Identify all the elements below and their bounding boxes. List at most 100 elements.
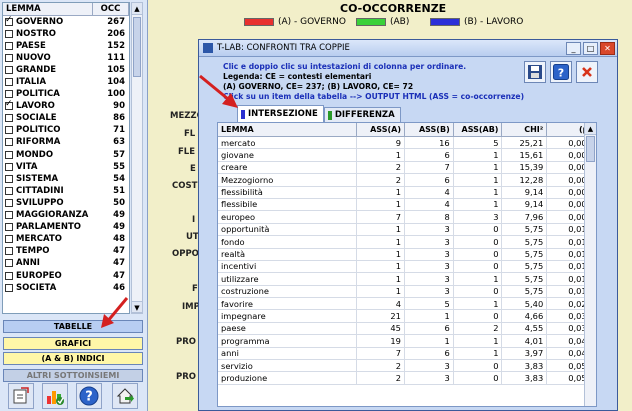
lemma-checkbox[interactable] <box>5 15 13 26</box>
lemma-checkbox[interactable] <box>5 162 13 171</box>
lemma-list-item[interactable]: MONDO 57 <box>3 149 129 162</box>
table-row[interactable]: opportunità 1 3 0 5,75 0,016 <box>218 223 596 237</box>
lemma-list-item[interactable]: PAESE 152 <box>3 40 129 53</box>
header-lemma[interactable]: LEMMA <box>3 3 93 15</box>
table-row[interactable]: costruzione 1 3 0 5,75 0,016 <box>218 285 596 299</box>
lemma-list-item[interactable]: MERCATO 48 <box>3 234 129 246</box>
table-row[interactable]: mercato 9 16 5 25,21 0,000 <box>218 136 596 150</box>
results-scrollbar[interactable]: ▲ <box>584 123 596 406</box>
column-ass-ab[interactable]: ASS(AB) <box>454 123 503 136</box>
lemma-checkbox[interactable] <box>5 53 13 62</box>
legend-b-label: (B) - LAVORO <box>464 17 524 27</box>
dialog-titlebar[interactable]: T-LAB: CONFRONTI TRA COPPIE _ □ ✕ <box>199 40 617 57</box>
table-row[interactable]: paese 45 6 2 4,55 0,033 <box>218 322 596 336</box>
column-chi2[interactable]: CHI² <box>502 123 548 136</box>
export-icon[interactable] <box>8 383 34 409</box>
table-row[interactable]: produzione 2 3 0 3,83 0,050 <box>218 371 596 385</box>
lemma-list-item[interactable]: CITTADINI 51 <box>3 185 129 198</box>
save-icon[interactable] <box>524 61 546 83</box>
table-row[interactable]: europeo 7 8 3 7,96 0,005 <box>218 210 596 224</box>
cell-lemma: incentivi <box>218 260 358 273</box>
lemma-checkbox[interactable] <box>5 247 13 256</box>
table-row[interactable]: favorire 4 5 1 5,40 0,020 <box>218 297 596 311</box>
lemma-list-item[interactable]: POLITICA 100 <box>3 89 129 101</box>
lemma-checkbox[interactable] <box>5 211 13 220</box>
table-row[interactable]: giovane 1 6 1 15,61 0,000 <box>218 148 596 162</box>
lemma-list-item[interactable]: RIFORMA 63 <box>3 137 129 150</box>
scroll-down-icon[interactable]: ▼ <box>132 301 142 313</box>
lemma-list-item[interactable]: VITA 55 <box>3 161 129 174</box>
scroll-up-icon[interactable]: ▲ <box>585 123 596 135</box>
lemma-checkbox[interactable] <box>5 271 13 280</box>
column-ass-a[interactable]: ASS(A) <box>357 123 405 136</box>
lemma-list-item[interactable]: SISTEMA 54 <box>3 173 129 186</box>
help-icon[interactable]: ? <box>550 61 572 83</box>
maximize-icon[interactable]: □ <box>583 41 598 55</box>
lemma-list-item[interactable]: NOSTRO 206 <box>3 28 129 41</box>
help-icon[interactable]: ? <box>76 383 102 409</box>
lemma-list-item[interactable]: ITALIA 104 <box>3 76 129 89</box>
table-row[interactable]: impegnare 21 1 0 4,66 0,031 <box>218 309 596 323</box>
lemma-list-item[interactable]: ANNI 47 <box>3 258 129 270</box>
cell-ass-ab: 1 <box>454 272 503 286</box>
table-row[interactable]: flessibilità 1 4 1 9,14 0,003 <box>218 186 596 199</box>
table-row[interactable]: realtà 1 3 0 5,75 0,016 <box>218 248 596 261</box>
chart-icon[interactable] <box>42 383 68 409</box>
table-row[interactable]: incentivi 1 3 0 5,75 0,016 <box>218 260 596 274</box>
grafici-button[interactable]: GRAFICI <box>3 337 143 350</box>
lemma-checkbox[interactable] <box>5 259 13 268</box>
lemma-checkbox[interactable] <box>5 78 13 87</box>
lemma-checkbox[interactable] <box>5 186 13 195</box>
indici-button[interactable]: (A & B) INDICI <box>3 352 143 365</box>
lemma-checkbox[interactable] <box>5 223 13 232</box>
scroll-up-icon[interactable]: ▲ <box>132 3 142 15</box>
lemma-list-item[interactable]: GOVERNO 267 <box>3 15 129 29</box>
lemma-checkbox[interactable] <box>5 235 13 244</box>
lemma-checkbox[interactable] <box>5 150 13 159</box>
lemma-list-item[interactable]: LAVORO 90 <box>3 99 129 113</box>
column-lemma[interactable]: LEMMA <box>218 123 358 136</box>
close-icon[interactable]: ✕ <box>600 41 615 55</box>
lemma-list-item[interactable]: PARLAMENTO 49 <box>3 222 129 234</box>
lemma-checkbox[interactable] <box>5 198 13 207</box>
scroll-thumb[interactable] <box>133 17 141 77</box>
lemma-checkbox[interactable] <box>5 174 13 183</box>
header-occ[interactable]: OCC <box>93 3 129 15</box>
lemma-list-item[interactable]: SVILUPPO 50 <box>3 197 129 210</box>
lemma-checkbox[interactable] <box>5 138 13 147</box>
lemma-list-item[interactable]: SOCIALE 86 <box>3 113 129 125</box>
lemma-list-item[interactable]: EUROPEO 47 <box>3 270 129 283</box>
table-row[interactable]: programma 19 1 1 4,01 0,045 <box>218 334 596 348</box>
table-row[interactable]: servizio 2 3 0 3,83 0,050 <box>218 359 596 373</box>
lemma-checkbox[interactable] <box>5 126 13 135</box>
lemma-checkbox[interactable] <box>5 283 13 292</box>
lemma-list-item[interactable]: NUOVO 111 <box>3 52 129 65</box>
scroll-thumb[interactable] <box>586 136 595 162</box>
column-ass-b[interactable]: ASS(B) <box>405 123 454 136</box>
tab-intersezione[interactable]: INTERSEZIONE <box>237 105 324 122</box>
home-icon[interactable] <box>112 383 138 409</box>
cell-chi2: 5,75 <box>502 248 548 261</box>
lemma-list-item[interactable]: POLITICO 71 <box>3 125 129 137</box>
minimize-icon[interactable]: _ <box>566 41 581 55</box>
lemma-list-item[interactable]: MAGGIORANZA 49 <box>3 210 129 222</box>
lemma-checkbox[interactable] <box>5 99 13 111</box>
lemma-list-scrollbar[interactable]: ▲ ▼ <box>131 2 143 314</box>
table-row[interactable]: Mezzogiorno 2 6 1 12,28 0,000 <box>218 173 596 187</box>
lemma-checkbox[interactable] <box>5 114 13 123</box>
table-row[interactable]: utilizzare 1 3 1 5,75 0,016 <box>218 272 596 286</box>
tab-differenza[interactable]: DIFFERENZA <box>323 107 401 122</box>
table-row[interactable]: creare 2 7 1 15,39 0,000 <box>218 161 596 175</box>
lemma-checkbox[interactable] <box>5 65 13 74</box>
lemma-list-item[interactable]: GRANDE 105 <box>3 64 129 77</box>
table-row[interactable]: anni 7 6 1 3,97 0,046 <box>218 347 596 361</box>
lemma-checkbox[interactable] <box>5 90 13 99</box>
close-icon[interactable] <box>576 61 598 83</box>
altri-sottoinsiemi-button[interactable]: ALTRI SOTTOINSIEMI <box>3 369 143 382</box>
table-row[interactable]: fondo 1 3 0 5,75 0,016 <box>218 235 596 249</box>
lemma-list-item[interactable]: TEMPO 47 <box>3 246 129 258</box>
lemma-list-item[interactable]: SOCIETÀ 46 <box>3 282 129 295</box>
lemma-checkbox[interactable] <box>5 29 13 38</box>
table-row[interactable]: flessibile 1 4 1 9,14 0,003 <box>218 198 596 212</box>
lemma-checkbox[interactable] <box>5 41 13 50</box>
